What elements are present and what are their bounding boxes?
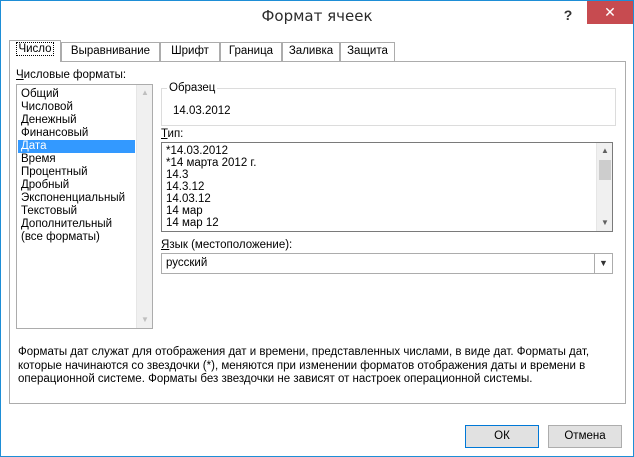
type-items: *14.03.2012 *14 марта 2012 г. 14.3 14.3.12 1…: [163, 145, 595, 229]
locale-value: русский: [166, 257, 208, 269]
list-item[interactable]: *14.03.2012: [163, 145, 595, 157]
tab-number[interactable]: Число: [9, 40, 61, 62]
list-item[interactable]: Процентный: [18, 166, 135, 179]
tab-border[interactable]: Граница: [220, 42, 282, 61]
close-button[interactable]: ✕: [587, 1, 633, 24]
list-item[interactable]: 14.3: [163, 169, 595, 181]
list-item[interactable]: Финансовый: [18, 127, 135, 140]
list-item[interactable]: Дополнительный: [18, 218, 135, 231]
sample-value: 14.03.2012: [173, 105, 231, 117]
type-label: Тип:: [161, 128, 184, 140]
number-formats-items: Общий Числовой Денежный Финансовый Дата Время…: [18, 88, 135, 244]
list-item[interactable]: Общий: [18, 88, 135, 101]
scroll-up-arrow-icon[interactable]: ▲: [137, 85, 153, 101]
sample-title: Образец: [167, 82, 218, 94]
scroll-down-arrow-icon[interactable]: ▼: [597, 215, 613, 231]
tab-protection[interactable]: Защита: [340, 42, 395, 61]
close-icon: ✕: [604, 4, 616, 20]
list-item[interactable]: 14 мар: [163, 205, 595, 217]
locale-label: Язык (местоположение):: [161, 239, 293, 251]
scroll-thumb[interactable]: [599, 160, 611, 180]
tab-alignment[interactable]: Выравнивание: [61, 42, 160, 61]
list-item[interactable]: Текстовый: [18, 205, 135, 218]
ok-button[interactable]: ОК: [465, 425, 539, 448]
tab-strip: Число Выравнивание Шрифт Граница Заливка…: [9, 40, 629, 62]
scroll-down-arrow-icon[interactable]: ▼: [137, 312, 153, 328]
format-cells-dialog: Формат ячеек ? ✕ Число Выравнивание Шриф…: [0, 0, 634, 457]
dialog-title: Формат ячеек: [261, 7, 373, 25]
number-formats-list[interactable]: Общий Числовой Денежный Финансовый Дата Время…: [16, 84, 153, 329]
list-item[interactable]: 14 мар 12: [163, 217, 595, 229]
cancel-button[interactable]: Отмена: [548, 425, 622, 448]
tab-fill[interactable]: Заливка: [282, 42, 340, 61]
number-formats-label: Числовые форматы:: [16, 69, 127, 81]
title-bar: Формат ячеек ? ✕: [1, 1, 633, 31]
list-item[interactable]: Время: [18, 153, 135, 166]
list-item[interactable]: Дата: [18, 140, 135, 153]
chevron-down-icon[interactable]: ▼: [594, 254, 612, 273]
list-item[interactable]: Дробный: [18, 179, 135, 192]
scroll-up-arrow-icon[interactable]: ▲: [597, 143, 613, 159]
list-item[interactable]: *14 марта 2012 г.: [163, 157, 595, 169]
number-formats-scrollbar[interactable]: ▲ ▼: [136, 85, 152, 328]
format-description: Форматы дат служат для отображения дат и…: [18, 346, 590, 385]
type-list[interactable]: *14.03.2012 *14 марта 2012 г. 14.3 14.3.12 1…: [161, 142, 613, 232]
list-item[interactable]: Экспоненциальный: [18, 192, 135, 205]
type-scrollbar[interactable]: ▲ ▼: [596, 143, 612, 231]
list-item[interactable]: Числовой: [18, 101, 135, 114]
locale-combobox[interactable]: русский ▼: [161, 253, 613, 274]
list-item[interactable]: Денежный: [18, 114, 135, 127]
list-item[interactable]: (все форматы): [18, 231, 135, 244]
list-item[interactable]: 14.3.12: [163, 181, 595, 193]
tab-font[interactable]: Шрифт: [160, 42, 220, 61]
help-button[interactable]: ?: [557, 5, 579, 25]
tab-number-label: Число: [16, 42, 54, 56]
list-item[interactable]: 14.03.12: [163, 193, 595, 205]
